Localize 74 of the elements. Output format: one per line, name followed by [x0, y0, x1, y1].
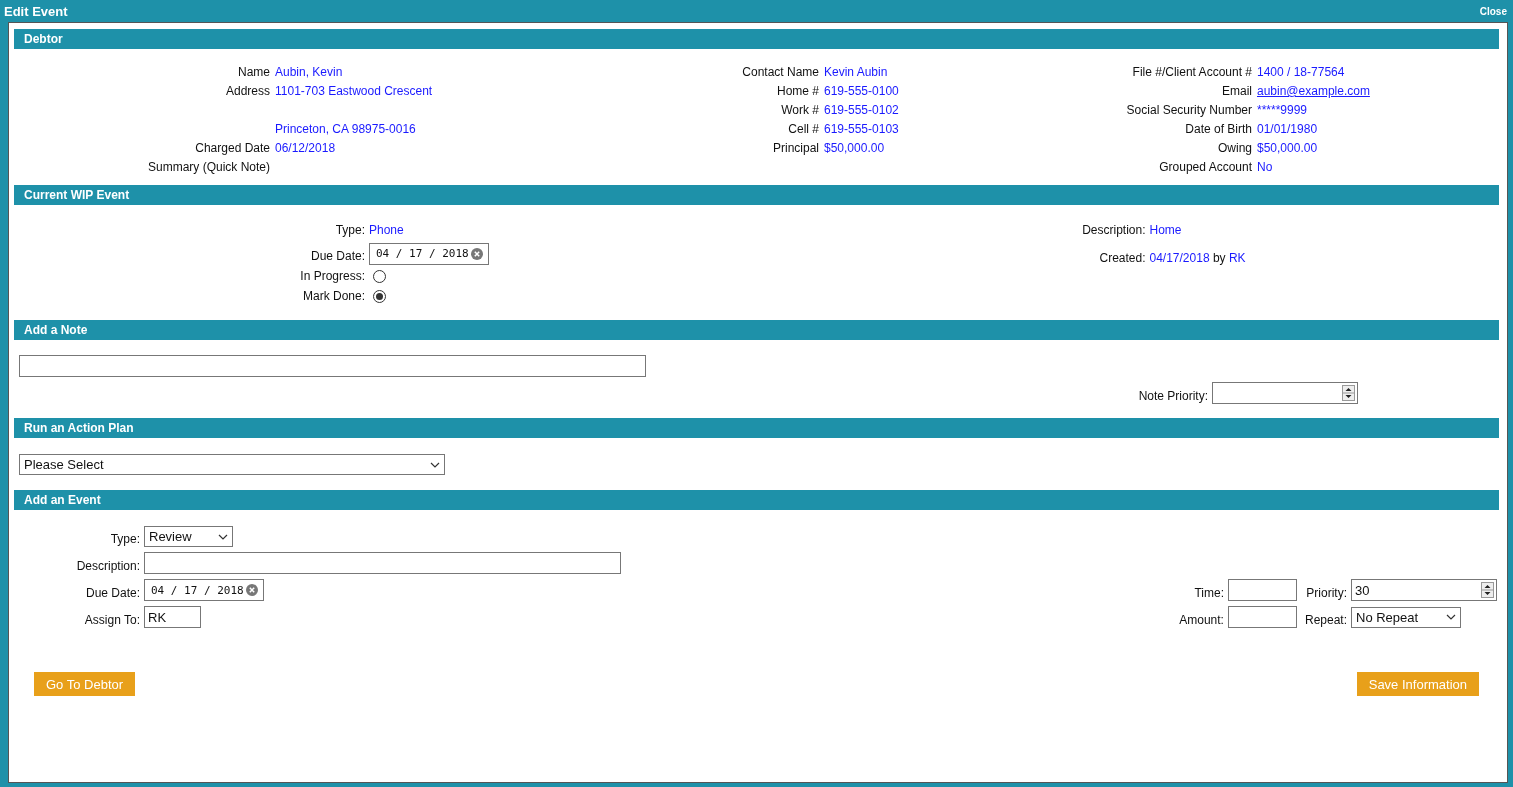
field-label: Principal	[772, 140, 819, 157]
clear-icon[interactable]	[471, 247, 483, 260]
event-date-field[interactable]: 04 / 17 / 2018	[144, 579, 264, 601]
field-value: 619-555-0102	[824, 102, 899, 119]
field-value: 619-555-0103	[824, 121, 899, 138]
spinner-arrows-icon[interactable]	[1342, 385, 1355, 401]
field-label: Assign To:	[84, 611, 140, 627]
field-value: 06/12/2018	[275, 140, 336, 157]
note-input-field[interactable]	[19, 355, 646, 377]
event-spinner-field[interactable]: 30	[1351, 579, 1497, 601]
clear-icon[interactable]	[246, 584, 258, 596]
caret-icon	[430, 461, 440, 468]
action-plan-select[interactable]: Please Select	[19, 454, 445, 475]
field-label: Owing	[1218, 140, 1252, 157]
field-label: Home #	[776, 83, 819, 100]
field-label: Description:	[1082, 222, 1146, 239]
field-label: Time:	[1194, 584, 1224, 600]
field-value: $50,000.00	[1257, 140, 1318, 157]
field-value: $50,000.00	[824, 140, 885, 157]
due-date-date-field[interactable]: 04 / 17 / 2018	[369, 242, 489, 265]
field-value: 01/01/1980	[1257, 121, 1318, 138]
field-label: Due Date:	[310, 248, 365, 265]
email-link[interactable]: aubin@example.com	[1257, 82, 1370, 101]
created-info: 04/17/2018 by RK	[1149, 250, 1246, 267]
field-label: Description:	[76, 557, 140, 573]
field-label: File #/Client Account #	[1132, 64, 1252, 81]
section-header: Add a Note	[14, 320, 1499, 340]
spinner-arrows-icon[interactable]	[1481, 582, 1494, 598]
field-label: Cell #	[788, 121, 819, 138]
field-label: Social Security Number	[1126, 102, 1252, 119]
field-label: Amount:	[1179, 611, 1224, 627]
section-header: Debtor	[14, 29, 1499, 49]
field-label: Date of Birth	[1185, 121, 1252, 138]
note-priority-spinner-field[interactable]	[1212, 382, 1358, 404]
event-input-field[interactable]	[1227, 606, 1297, 628]
field-value: Home	[1149, 222, 1182, 239]
event-input-field[interactable]: RK	[144, 606, 201, 628]
event-input-field[interactable]	[144, 552, 621, 574]
field-label: Summary (Quick Note)	[147, 159, 270, 176]
field-label: Charged Date	[195, 140, 270, 157]
field-label: Address	[225, 83, 270, 100]
field-label: Email	[1222, 83, 1252, 100]
radio-label: In Progress:	[300, 268, 365, 285]
field-value: *****9999	[1257, 102, 1308, 119]
field-label: Work #	[781, 102, 819, 119]
window-title: Edit Event	[4, 3, 68, 19]
section-header: Current WIP Event	[14, 185, 1499, 205]
field-value: No	[1257, 159, 1273, 176]
address-line: Princeton, CA 98975-0016	[275, 121, 417, 138]
event-select[interactable]: Review	[144, 526, 233, 547]
field-value: Aubin, Kevin	[275, 64, 343, 81]
radio-label: Mark Done:	[302, 288, 365, 305]
section-header: Add an Event	[14, 490, 1499, 510]
field-label: Name	[238, 64, 270, 81]
field-value: Kevin Aubin	[824, 64, 888, 81]
event-select[interactable]: No Repeat	[1351, 606, 1461, 628]
field-value: Phone	[369, 222, 404, 239]
field-value: 1400 / 18-77564	[1257, 64, 1345, 81]
field-label: Created:	[1099, 250, 1146, 267]
field-value: 619-555-0100	[824, 83, 899, 100]
address-line: 1101-703 Eastwood Crescent	[275, 83, 434, 100]
field-label: Contact Name	[742, 64, 819, 81]
field-label: Priority:	[1306, 584, 1347, 600]
field-label: Note Priority:	[1138, 387, 1208, 403]
field-label: Grouped Account	[1159, 159, 1252, 176]
field-label: Due Date:	[85, 584, 140, 600]
section-header: Run an Action Plan	[14, 418, 1499, 438]
field-label: Type:	[335, 222, 365, 239]
caret-icon	[218, 533, 228, 540]
close-link[interactable]: Close	[1479, 5, 1507, 17]
caret-icon	[1446, 614, 1456, 620]
field-label: Type:	[110, 531, 140, 546]
field-label: Repeat:	[1304, 611, 1347, 627]
event-input-field[interactable]	[1227, 579, 1297, 601]
